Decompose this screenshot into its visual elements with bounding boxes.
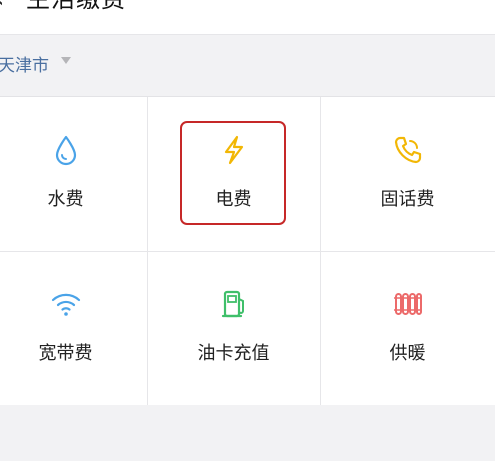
service-label: 油卡充值 (197, 343, 270, 364)
service-water[interactable]: 水费 (0, 97, 148, 251)
selection-highlight (180, 121, 286, 225)
fuel-pump-icon (221, 290, 244, 318)
page-title: 生活缴费 (26, 0, 126, 11)
app-header: ‹ 生活缴费 ··· (0, 0, 495, 35)
wifi-icon (51, 293, 80, 316)
service-label: 宽带费 (38, 343, 93, 364)
service-landline[interactable]: 固话费 (325, 97, 490, 251)
service-label: 水费 (47, 189, 84, 210)
service-grid: 水费 电费 固话费 宽带费 油卡充值 供暖 (0, 96, 495, 406)
page-background (0, 405, 495, 461)
water-drop-icon (55, 135, 76, 166)
radiator-icon (393, 293, 422, 315)
service-fuel-card[interactable]: 油卡充值 (151, 251, 316, 405)
service-heating[interactable]: 供暖 (325, 251, 490, 405)
caret-down-icon[interactable] (61, 57, 71, 64)
city-name[interactable]: 天津市 (0, 51, 49, 76)
service-broadband[interactable]: 宽带费 (0, 251, 148, 405)
more-dots-icon[interactable]: ··· (435, 0, 461, 8)
city-selector[interactable]: 天津市 (0, 35, 495, 95)
phone-icon (394, 136, 421, 164)
service-label: 固话费 (380, 189, 435, 210)
service-label: 供暖 (389, 343, 426, 364)
chevron-left-icon[interactable]: ‹ (0, 0, 4, 12)
